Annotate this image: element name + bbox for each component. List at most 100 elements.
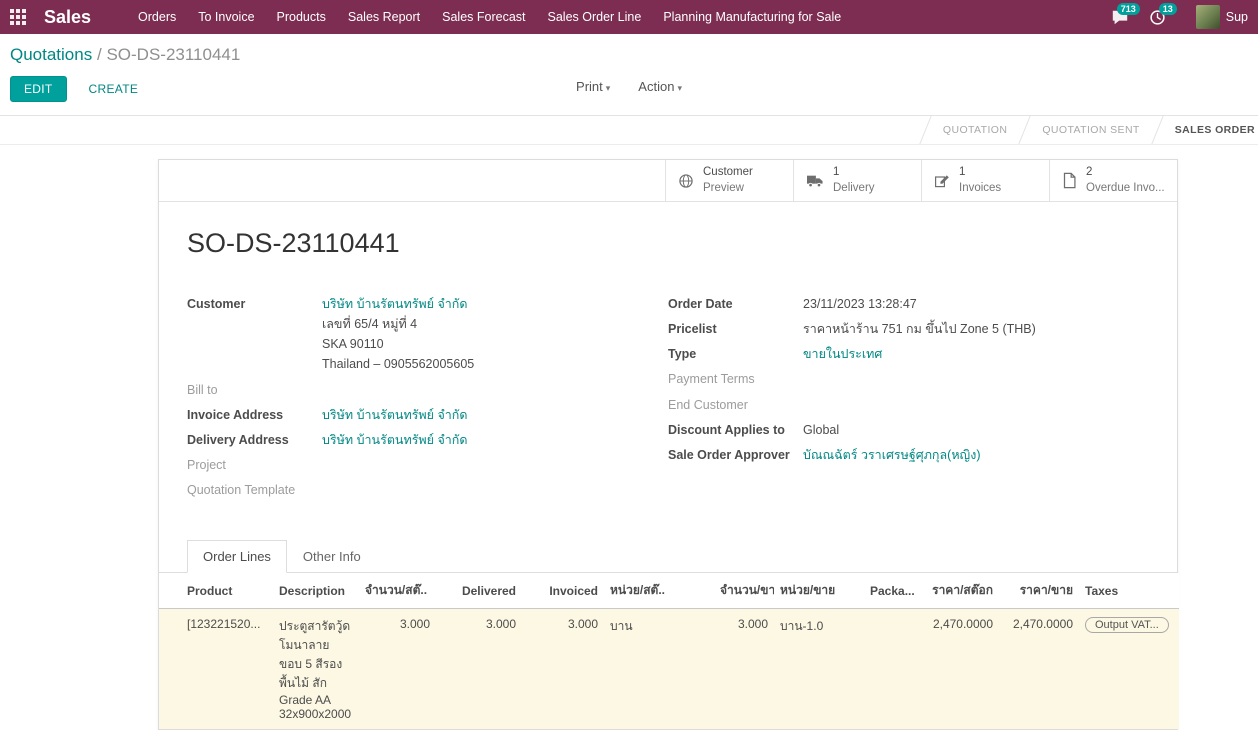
- discount-applies-to-label: Discount Applies to: [668, 421, 803, 439]
- breadcrumb: Quotations / SO-DS-23110441: [10, 45, 1248, 65]
- stat-button-delivery[interactable]: 1 Delivery: [793, 160, 921, 201]
- type-link[interactable]: ขายในประเทศ: [803, 347, 882, 361]
- control-panel: Quotations / SO-DS-23110441 EDIT CREATE …: [0, 34, 1258, 116]
- tab-order-lines[interactable]: Order Lines: [187, 540, 287, 573]
- col-taxes: Taxes: [1079, 573, 1179, 609]
- stat-label: Invoices: [959, 181, 1001, 197]
- table-header-row: Product Description จำนวน/สต๊.. Delivere…: [159, 573, 1179, 609]
- control-panel-actions: EDIT CREATE Print▾ Action▾: [10, 76, 1248, 115]
- cell-uom-stock: บาน: [604, 609, 714, 730]
- cell-taxes: Output VAT...: [1079, 609, 1179, 730]
- col-invoiced: Invoiced: [522, 573, 604, 609]
- print-dropdown[interactable]: Print▾: [576, 79, 610, 94]
- invoice-address-link[interactable]: บริษัท บ้านรัตนทรัพย์ จำกัด: [322, 408, 468, 422]
- activities-button[interactable]: 13: [1139, 0, 1176, 34]
- field-groups: Customer บริษัท บ้านรัตนทรัพย์ จำกัด เลข…: [159, 295, 1177, 506]
- stat-count: 1: [959, 165, 1001, 181]
- left-field-column: Customer บริษัท บ้านรัตนทรัพย์ จำกัด เลข…: [187, 295, 668, 506]
- order-line-row[interactable]: [123221520... ประตูสารัตวู้ด โมนาลาย ขอบ…: [159, 609, 1179, 730]
- systray: 713 13 Sup: [1101, 0, 1258, 34]
- stat-label: Overdue Invo...: [1086, 181, 1165, 197]
- tax-tag: Output VAT...: [1085, 617, 1169, 633]
- pricelist-value: ราคาหน้าร้าน 751 กม ขึ้นไป Zone 5 (THB): [803, 320, 1036, 338]
- app-menu: Orders To Invoice Products Sales Report …: [127, 0, 852, 34]
- status-step-quotation[interactable]: QUOTATION: [926, 116, 1024, 144]
- delivery-address-link[interactable]: บริษัท บ้านรัตนทรัพย์ จำกัด: [322, 433, 468, 447]
- customer-label: Customer: [187, 295, 322, 374]
- stat-line1: Customer: [703, 165, 753, 181]
- messages-count-badge: 713: [1117, 3, 1140, 15]
- apps-menu-icon[interactable]: [0, 0, 36, 34]
- menu-to-invoice[interactable]: To Invoice: [187, 0, 265, 34]
- order-lines-table: Product Description จำนวน/สต๊.. Delivere…: [159, 573, 1179, 729]
- discount-applies-to-value: Global: [803, 421, 839, 439]
- col-description: Description: [273, 573, 359, 609]
- menu-sales-report[interactable]: Sales Report: [337, 0, 431, 34]
- edit-button[interactable]: EDIT: [10, 76, 67, 102]
- user-name: Sup: [1226, 10, 1248, 24]
- center-action-menus: Print▾ Action▾: [576, 79, 682, 94]
- statusbar: QUOTATION QUOTATION SENT SALES ORDER: [0, 116, 1258, 145]
- truck-icon: [806, 173, 824, 189]
- col-package: Packa...: [864, 573, 919, 609]
- cell-invoiced: 3.000: [522, 609, 604, 730]
- pencil-icon: [934, 173, 950, 189]
- status-step-quotation-sent[interactable]: QUOTATION SENT: [1025, 116, 1156, 144]
- col-qty-sale: จำนวน/ขาย: [714, 573, 774, 609]
- col-uom-stock: หน่วย/สต๊..: [604, 573, 714, 609]
- user-avatar: [1196, 5, 1220, 29]
- col-delivered: Delivered: [436, 573, 522, 609]
- order-date-value: 23/11/2023 13:28:47: [803, 295, 917, 313]
- messages-button[interactable]: 713: [1101, 0, 1139, 34]
- menu-sales-order-line[interactable]: Sales Order Line: [537, 0, 653, 34]
- stat-count: 2: [1086, 165, 1165, 181]
- status-step-sales-order[interactable]: SALES ORDER: [1158, 116, 1258, 144]
- project-label: Project: [187, 456, 322, 474]
- customer-link[interactable]: บริษัท บ้านรัตนทรัพย์ จำกัด: [322, 297, 468, 311]
- order-date-label: Order Date: [668, 295, 803, 313]
- stat-button-overdue-invoices[interactable]: 2 Overdue Invo...: [1049, 160, 1177, 201]
- cell-product: [123221520...: [159, 609, 273, 730]
- activities-count-badge: 13: [1159, 3, 1177, 15]
- quotation-template-label: Quotation Template: [187, 481, 322, 499]
- notebook-tabs: Order Lines Other Info: [159, 540, 1177, 573]
- stat-count: 1: [833, 165, 875, 181]
- pricelist-label: Pricelist: [668, 320, 803, 338]
- breadcrumb-quotations-link[interactable]: Quotations: [10, 45, 92, 64]
- type-label: Type: [668, 345, 803, 363]
- form-sheet: Customer Preview 1 Delivery 1: [158, 159, 1178, 730]
- end-customer-label: End Customer: [668, 396, 803, 414]
- menu-planning-manufacturing[interactable]: Planning Manufacturing for Sale: [652, 0, 852, 34]
- cell-price-stock: 2,470.0000: [919, 609, 999, 730]
- customer-address-line-1: เลขที่ 65/4 หมู่ที่ 4: [322, 315, 474, 333]
- invoice-address-label: Invoice Address: [187, 406, 322, 424]
- cell-qty-sale: 3.000: [714, 609, 774, 730]
- create-button[interactable]: CREATE: [83, 81, 145, 97]
- cell-package: [864, 609, 919, 730]
- sale-order-approver-link[interactable]: บัณณฉัตร์ วราเศรษฐ์ศุภกุล(หญิง): [803, 448, 980, 462]
- user-menu[interactable]: Sup: [1176, 0, 1258, 34]
- customer-address-line-2: SKA 90110: [322, 335, 474, 353]
- customer-address-line-3: Thailand – 0905562005605: [322, 355, 474, 373]
- right-field-column: Order Date 23/11/2023 13:28:47 Pricelist…: [668, 295, 1149, 506]
- file-icon: [1062, 172, 1077, 189]
- stat-label: Delivery: [833, 181, 875, 197]
- cell-qty-stock: 3.000: [359, 609, 436, 730]
- menu-sales-forecast[interactable]: Sales Forecast: [431, 0, 536, 34]
- tab-other-info[interactable]: Other Info: [287, 540, 377, 573]
- app-title[interactable]: Sales: [44, 7, 91, 28]
- caret-down-icon: ▾: [606, 83, 611, 93]
- col-price-sale: ราคา/ขาย: [999, 573, 1079, 609]
- top-navbar: Sales Orders To Invoice Products Sales R…: [0, 0, 1258, 34]
- globe-icon: [678, 173, 694, 189]
- stat-button-box: Customer Preview 1 Delivery 1: [159, 160, 1177, 202]
- stat-button-invoices[interactable]: 1 Invoices: [921, 160, 1049, 201]
- cell-price-sale: 2,470.0000: [999, 609, 1079, 730]
- menu-orders[interactable]: Orders: [127, 0, 187, 34]
- grid-icon: [10, 9, 26, 25]
- menu-products[interactable]: Products: [266, 0, 337, 34]
- col-uom-sale: หน่วย/ขาย: [774, 573, 864, 609]
- cell-delivered: 3.000: [436, 609, 522, 730]
- action-dropdown[interactable]: Action▾: [638, 79, 682, 94]
- stat-button-customer-preview[interactable]: Customer Preview: [665, 160, 793, 201]
